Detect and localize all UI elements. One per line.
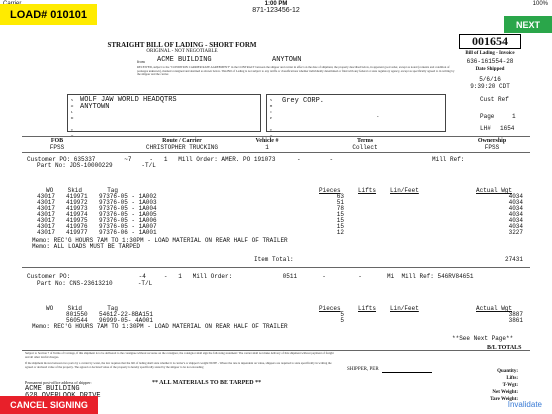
lifts-label: Lifts: [506,376,518,381]
totals-labels: Quantity: Lifts: T-Wgt: Net Weight: Tare… [470,368,518,403]
date-shipped-label: Date Shipped [475,67,505,72]
cell-wo: 43017 [37,229,56,236]
memo-line: Memo: ALL LOADS MUST BE TARPED [32,243,141,250]
ship-to-box: S H I P T O Grey CORP. . [266,94,446,138]
bol-number: 001654 [459,34,521,49]
bol-invoice-label: Bill of Lading - Invoice [465,51,515,56]
page-number: 1 [512,113,516,120]
divider [22,152,530,153]
tarp-notice: ** ALL MATERIALS TO BE TARPED ** [152,380,262,386]
cancel-signing-button[interactable]: CANCEL SIGNING [0,396,98,414]
quantity-label: Quantity: [497,369,518,374]
part-number-line: Part No: JDS-10000229 -T/L [37,162,156,169]
mill-ref-label: Mill Ref: [432,156,465,163]
shipper-per-label: SHIPPER, PER [347,367,379,372]
ship-to-name: Grey CORP. [282,97,325,105]
ownership-value: FPSS [484,144,500,151]
terms-value: Collect [352,144,378,151]
route-value: CHRISTOPHER TRUCKING [145,144,218,151]
part-number-line: Part No: CNS-23613210 -T/L [37,280,153,287]
cell-skid: 419977 [66,229,88,236]
invalidate-link[interactable]: Invalidate [508,400,542,409]
memo-line: Memo: REC'G HOURS 7AM TO 1:30PM - LOAD M… [32,323,288,330]
ship-date: 5/6/16 [479,76,501,83]
cell-pieces: 5 [340,317,344,324]
table-row: 43017 419977 97376-06 - 1A001 12 3227 [22,230,530,236]
footer-declared-value: If the shipment moves between two ports … [25,361,332,369]
bol-reference: 636-161554-28 [466,58,514,65]
sold-to-letters: S O L D T O [70,97,74,139]
lh-value: 1654 [500,125,515,132]
lh-label: LH# [480,125,491,132]
divider [22,136,530,137]
cell-tag: 97376-06 - 1A001 [99,229,157,236]
t-weight-label: T-Wgt: [502,383,518,388]
page-label: Page [480,113,495,120]
see-next-page: **See Next Page** [452,335,514,342]
divider [22,267,530,268]
ship-from-label: from [137,59,145,64]
ship-from-city: ANYTOWN [272,56,302,64]
sold-to-city: ANYTOWN [80,103,110,111]
sold-to-address: WOLF JAW WORLD HEADQTRS ANYTOWN [80,97,177,111]
ship-to-letters: S H I P T O [269,97,273,139]
terms-fineprint: RECEIVED, subject to the "CONDITION CARR… [137,65,455,77]
cell-wgt: 3227 [508,229,523,236]
item-total-label: Item Total: [254,256,294,263]
ship-to-mark: . [377,111,379,119]
cust-ref-label: Cust Ref [480,96,509,103]
cell-pieces: 12 [336,229,344,236]
ship-from-name: ACME BUILDING [157,56,212,64]
footer-terms: Subject to Section 7 of Terms of Carriag… [25,351,334,359]
fob-value: FPSS [49,144,65,151]
net-weight-label: Net Weight: [492,390,518,395]
item-total-value: 27431 [504,256,523,263]
doc-title: STRAIGHT BILL OF LADING - SHORT FORM [107,41,257,49]
doc-subtitle: ORIGINAL - NOT NEGOTIABLE [146,49,218,54]
vehicle-value: 1 [265,144,269,151]
ship-time: 9:39:20 CDT [470,83,510,90]
bill-of-lading-document: STRAIGHT BILL OF LADING - SHORT FORM ORI… [22,28,530,414]
sold-to-box: S O L D T O WOLF JAW WORLD HEADQTRS ANYT… [67,94,261,138]
shipper-signature-line[interactable] [382,372,432,373]
cell-wgt: 3861 [508,317,523,324]
load-number-button[interactable]: LOAD# 010101 [0,4,97,25]
